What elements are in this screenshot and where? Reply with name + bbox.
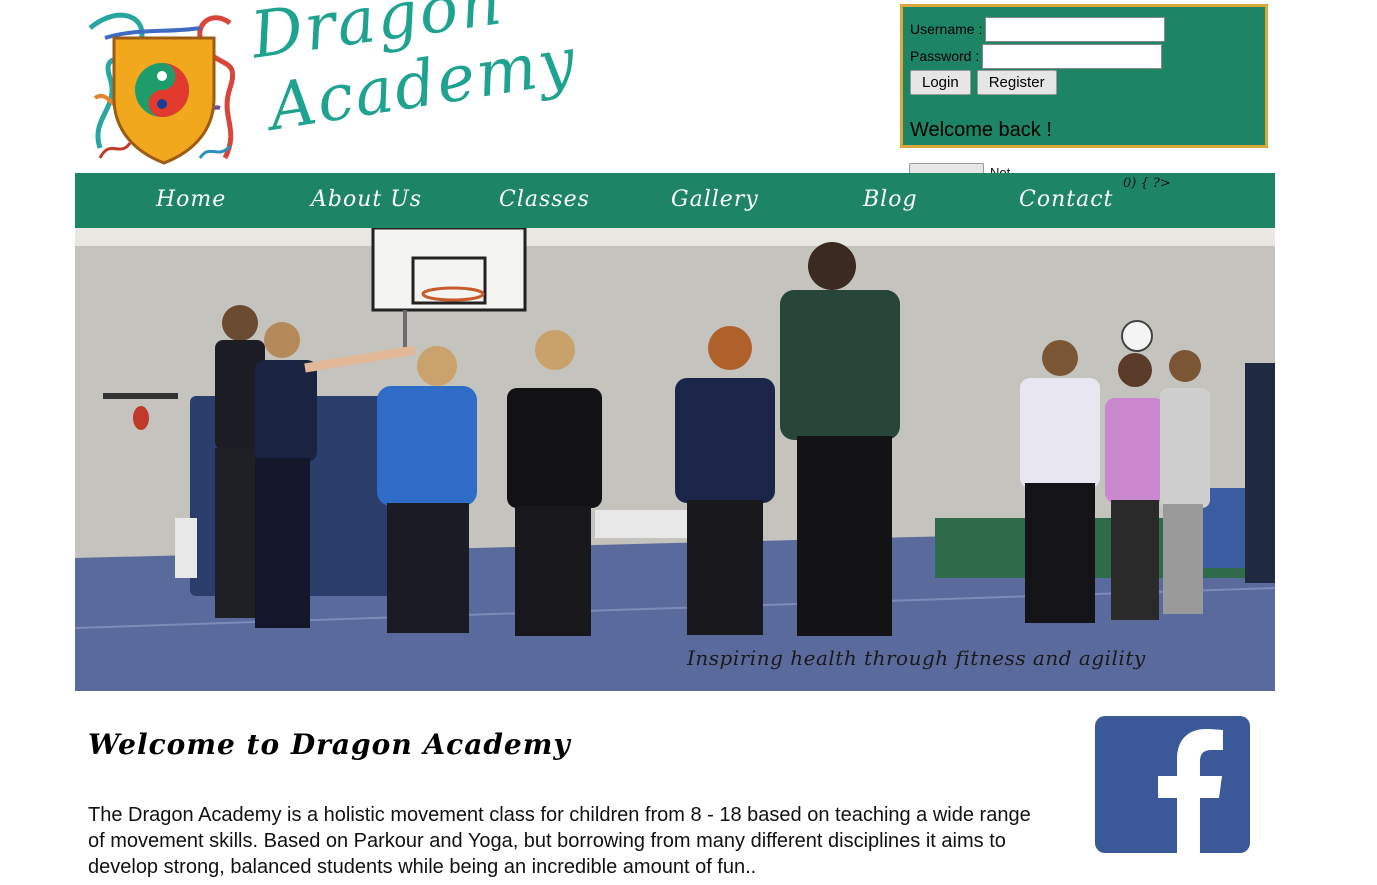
welcome-back-message: Welcome back !	[910, 119, 1052, 141]
nav-item-classes[interactable]: Classes	[499, 185, 590, 215]
hero-tagline: Inspiring health through fitness and agi…	[687, 646, 1146, 670]
nav-item-about-us[interactable]: About Us	[311, 185, 422, 215]
logo-emblem	[80, 8, 248, 170]
nav-item-gallery[interactable]: Gallery	[671, 185, 759, 215]
login-button[interactable]: Login	[910, 70, 971, 95]
page-heading: Welcome to Dragon Academy	[88, 728, 571, 761]
hero-photo	[75, 228, 1275, 691]
nav-item-contact[interactable]: Contact	[1019, 185, 1113, 215]
login-form: Username : Password : Login Register Wel…	[900, 4, 1268, 148]
register-button[interactable]: Register	[976, 70, 1057, 95]
password-field[interactable]	[982, 43, 1163, 69]
username-field[interactable]	[985, 16, 1166, 42]
logo-wordmark[interactable]: Dragon Academy	[247, 0, 582, 169]
dragon-shield-icon	[88, 12, 236, 165]
stray-code-text: 0) { ?>	[1123, 176, 1171, 191]
overlapped-text-fragment: Not	[990, 165, 1011, 173]
username-row: Username :	[910, 16, 1166, 42]
nav-item-home[interactable]: Home	[156, 185, 226, 215]
password-row: Password :	[910, 43, 1163, 69]
main-navigation: Home About Us Classes Gallery Blog Conta…	[75, 173, 1275, 228]
login-button-group: Login Register	[910, 70, 1057, 95]
hero-banner: Inspiring health through fitness and agi…	[75, 228, 1275, 691]
facebook-link[interactable]	[1095, 716, 1250, 853]
facebook-icon	[1158, 729, 1223, 853]
username-label: Username :	[910, 21, 983, 37]
password-label: Password :	[910, 48, 980, 64]
intro-paragraph: The Dragon Academy is a holistic movemen…	[88, 804, 1031, 878]
nav-item-blog[interactable]: Blog	[863, 185, 918, 215]
